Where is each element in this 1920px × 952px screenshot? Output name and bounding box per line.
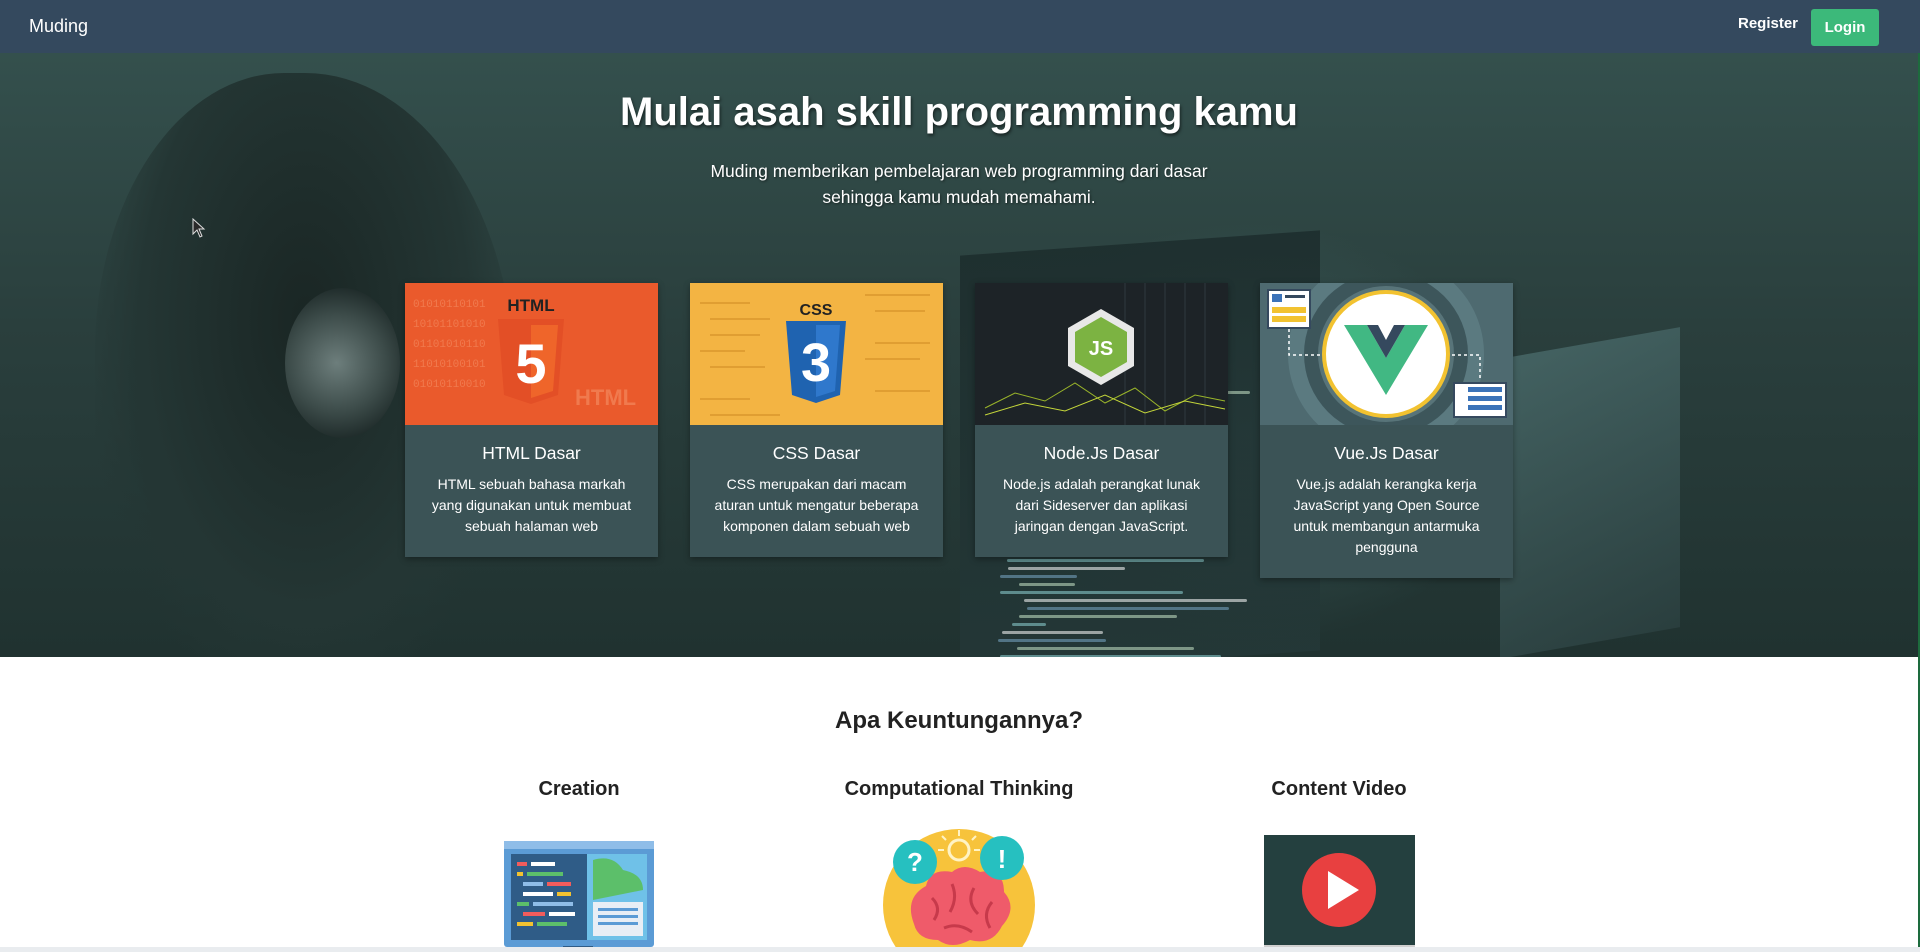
svg-text:?: ?	[907, 847, 923, 877]
code-line	[1012, 623, 1046, 626]
card-title: CSS Dasar	[772, 443, 861, 463]
mouse-cursor-icon	[192, 218, 206, 238]
register-link[interactable]: Register	[1738, 15, 1798, 32]
code-line	[1000, 575, 1077, 578]
hero-title: Mulai asah skill programming kamu	[620, 90, 1298, 134]
svg-text:JS: JS	[1089, 338, 1113, 360]
login-button[interactable]: Login	[1811, 9, 1879, 46]
card-title: HTML Dasar	[482, 443, 581, 463]
html5-icon: 01010110101 10101101010 01101010110 1101…	[405, 283, 658, 425]
svg-text:10101101010: 10101101010	[413, 319, 486, 331]
hero-bg-monitor-right	[1500, 327, 1680, 657]
svg-text:5: 5	[515, 332, 546, 395]
card-description: HTML sebuah bahasa markah yang digunakan…	[431, 476, 632, 534]
course-card-html[interactable]: 01010110101 10101101010 01101010110 1101…	[405, 283, 658, 557]
svg-text:11010100101: 11010100101	[413, 359, 486, 371]
creation-monitor-icon	[504, 841, 654, 952]
benefit-title-content-video: Content Video	[1271, 778, 1407, 800]
benefit-title-computational-thinking: Computational Thinking	[844, 778, 1074, 800]
nodejs-icon: JS	[975, 283, 1228, 425]
code-line	[1017, 647, 1194, 650]
svg-text:01010110010: 01010110010	[413, 379, 486, 391]
code-line	[1002, 631, 1103, 634]
code-line	[1000, 655, 1221, 657]
hero-bg-headphone	[285, 288, 400, 438]
navbar: Muding Register Login	[0, 0, 1920, 53]
code-line	[998, 639, 1106, 642]
code-line	[1027, 607, 1229, 610]
code-line	[1008, 567, 1125, 570]
vuejs-course-image	[1260, 283, 1513, 425]
nodejs-course-image: JS	[975, 283, 1228, 425]
card-title: Vue.Js Dasar	[1334, 443, 1439, 463]
svg-text:HTML: HTML	[575, 385, 636, 410]
hero-subtitle: Muding memberikan pembelajaran web progr…	[710, 161, 1208, 207]
svg-text:!: !	[998, 844, 1007, 874]
svg-text:CSS: CSS	[800, 302, 833, 319]
brand-logo[interactable]: Muding	[29, 16, 88, 37]
code-line	[1007, 559, 1204, 562]
css-course-image: CSS 3	[690, 283, 943, 425]
svg-text:01101010110: 01101010110	[413, 339, 486, 351]
course-card-vuejs[interactable]: Vue.Js Dasar Vue.js adalah kerangka kerj…	[1260, 283, 1513, 578]
brain-idea-icon: ? !	[883, 829, 1035, 952]
vuejs-icon	[1260, 283, 1513, 425]
horizontal-scrollbar[interactable]	[0, 947, 1920, 952]
video-play-icon	[1264, 835, 1415, 952]
card-description: Node.js adalah perangkat lunak dari Side…	[1003, 476, 1200, 534]
card-description: Vue.js adalah kerangka kerja JavaScript …	[1293, 476, 1480, 555]
css3-icon: CSS 3	[690, 283, 943, 425]
card-description: CSS merupakan dari macam aturan untuk me…	[714, 476, 919, 534]
course-card-nodejs[interactable]: JS Node.Js Dasar Node.js adalah perangka…	[975, 283, 1228, 557]
hero-section	[0, 53, 1918, 657]
code-line	[1019, 583, 1075, 586]
svg-text:3: 3	[801, 333, 831, 393]
code-line	[1019, 615, 1177, 618]
svg-text:HTML: HTML	[507, 296, 554, 315]
html-course-image: 01010110101 10101101010 01101010110 1101…	[405, 283, 658, 425]
svg-text:01010110101: 01010110101	[413, 299, 486, 311]
code-line	[1000, 591, 1183, 594]
course-card-css[interactable]: CSS 3 CSS Dasar CSS merupakan dari macam…	[690, 283, 943, 557]
code-line	[1024, 599, 1247, 602]
benefit-title-creation: Creation	[538, 778, 620, 800]
benefits-title: Apa Keuntungannya?	[834, 707, 1083, 734]
card-title: Node.Js Dasar	[1043, 443, 1160, 463]
